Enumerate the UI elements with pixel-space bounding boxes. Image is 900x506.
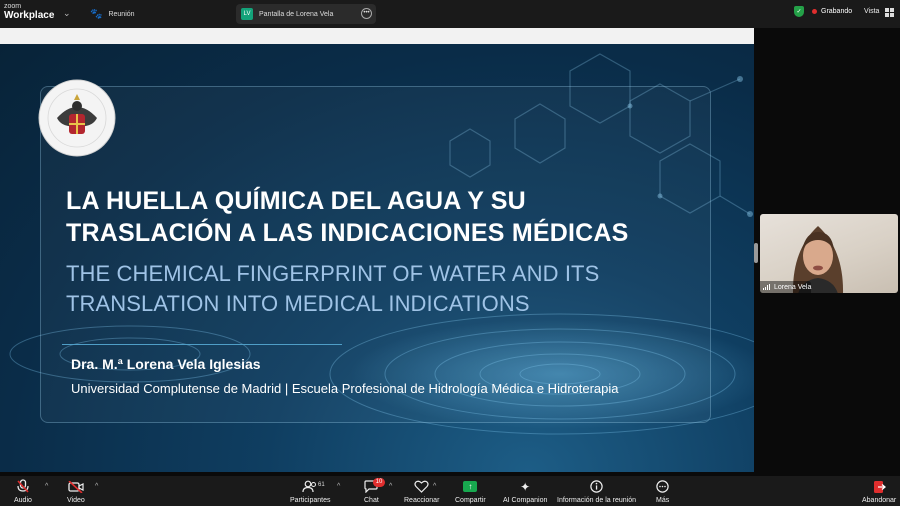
- slide-title: LA HUELLA QUÍMICA DEL AGUA Y SU TRASLACI…: [66, 185, 716, 249]
- video-label: Video: [67, 497, 85, 504]
- meeting-info-button[interactable]: Información de la reunión: [557, 479, 636, 504]
- participants-caret-icon[interactable]: ^: [337, 483, 340, 490]
- video-button[interactable]: Video: [67, 479, 85, 504]
- leave-icon: [872, 479, 887, 494]
- sparkle-icon: ✦: [520, 479, 531, 494]
- meeting-toolbar: Audio ^ Video ^ Participantes 61 ^ Chat …: [0, 476, 900, 506]
- video-off-icon: [68, 479, 84, 494]
- recording-label: Grabando: [821, 8, 853, 15]
- audio-button[interactable]: Audio: [14, 479, 32, 504]
- divider: [62, 344, 342, 345]
- more-options-icon[interactable]: •••: [361, 8, 372, 19]
- leave-label: Abandonar: [862, 497, 897, 504]
- title-line-1: LA HUELLA QUÍMICA DEL AGUA Y SU: [66, 187, 526, 215]
- tab-meeting[interactable]: 🐾 Reunión: [90, 4, 135, 24]
- mic-muted-icon: [16, 479, 30, 494]
- shared-screen: LA HUELLA QUÍMICA DEL AGUA Y SU TRASLACI…: [0, 28, 754, 472]
- audio-label: Audio: [14, 497, 32, 504]
- subtitle-line-2: TRANSLATION INTO MEDICAL INDICATIONS: [66, 291, 530, 316]
- recording-dot-icon: [812, 9, 817, 14]
- tab-meeting-label: Reunión: [108, 10, 135, 18]
- more-label: Más: [656, 497, 670, 504]
- shield-icon: ✓: [794, 6, 804, 17]
- ai-label: AI Companion: [503, 497, 548, 504]
- participants-count: 61: [318, 482, 325, 488]
- chat-caret-icon[interactable]: ^: [389, 483, 392, 490]
- share-screen-icon: ↑: [463, 479, 478, 494]
- slide-subtitle: THE CHEMICAL FINGERPRINT OF WATER AND IT…: [66, 259, 716, 319]
- participants-icon: [302, 479, 318, 494]
- chevron-down-icon[interactable]: ⌄: [63, 8, 71, 19]
- view-button[interactable]: Vista: [864, 8, 879, 15]
- participant-name: Lorena Vela: [774, 283, 812, 291]
- affiliation: Universidad Complutense de Madrid | Escu…: [71, 381, 619, 396]
- participants-label: Participantes: [290, 497, 331, 504]
- logo-line2: Workplace: [4, 10, 55, 21]
- share-label: Compartir: [455, 497, 486, 504]
- grid-view-icon[interactable]: [885, 8, 894, 17]
- audio-caret-icon[interactable]: ^: [45, 483, 48, 490]
- title-panel: [40, 86, 711, 423]
- paw-icon: 🐾: [90, 8, 103, 20]
- chat-unread-badge: 10: [373, 478, 385, 487]
- ai-companion-button[interactable]: ✦ AI Companion: [503, 479, 548, 505]
- chat-label: Chat: [364, 497, 379, 504]
- presentation-slide: LA HUELLA QUÍMICA DEL AGUA Y SU TRASLACI…: [0, 44, 754, 472]
- leave-button[interactable]: Abandonar: [862, 479, 896, 504]
- top-bar: zoom Workplace ⌄ 🐾 Reunión LV Pantalla d…: [0, 0, 900, 28]
- video-caret-icon[interactable]: ^: [95, 483, 98, 490]
- gallery-resize-handle[interactable]: [754, 243, 758, 263]
- subtitle-line-1: THE CHEMICAL FINGERPRINT OF WATER AND IT…: [66, 261, 600, 286]
- title-line-2: TRASLACIÓN A LAS INDICACIONES MÉDICAS: [66, 219, 629, 247]
- participant-video-tile[interactable]: Lorena Vela: [760, 214, 898, 293]
- logo-line1: zoom: [4, 3, 22, 10]
- react-caret-icon[interactable]: ^: [433, 483, 436, 490]
- react-label: Reaccionar: [404, 497, 440, 504]
- tab-share-label: Pantalla de Lorena Vela: [259, 10, 334, 18]
- heart-icon: [414, 479, 429, 494]
- info-label: Información de la reunión: [557, 497, 636, 504]
- tab-screen-share[interactable]: LV Pantalla de Lorena Vela •••: [236, 4, 376, 24]
- signal-icon: [763, 284, 770, 290]
- share-button[interactable]: ↑ Compartir: [455, 479, 486, 504]
- more-button[interactable]: Más: [656, 479, 669, 504]
- recording-indicator[interactable]: ✓ Grabando: [794, 6, 852, 17]
- university-crest-icon: [38, 79, 116, 157]
- ellipsis-icon: [656, 479, 669, 494]
- participant-name-label: Lorena Vela: [760, 281, 812, 293]
- zoom-logo[interactable]: zoom Workplace: [4, 3, 54, 21]
- author-name: Dra. M.ª Lorena Vela Iglesias: [71, 356, 261, 372]
- lv-badge: LV: [241, 8, 253, 20]
- info-icon: [590, 479, 603, 494]
